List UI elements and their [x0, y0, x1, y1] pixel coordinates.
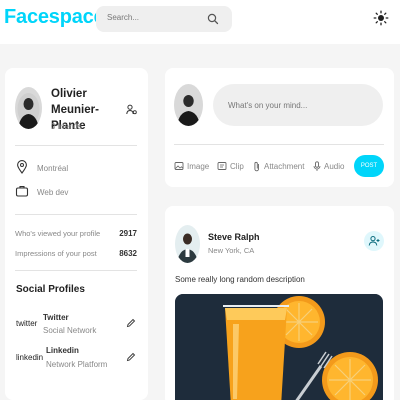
profile-views-value: 2917	[119, 229, 137, 238]
top-navbar: Facespace Search...	[0, 0, 400, 44]
audio-tool-label: Audio	[324, 161, 345, 171]
microphone-icon	[313, 160, 321, 171]
linkedin-name[interactable]: Linkedin	[46, 346, 79, 355]
image-tool-label: Image	[187, 161, 210, 171]
app-logo[interactable]: Facespace	[4, 6, 105, 29]
stats-divider	[15, 270, 137, 271]
status-input[interactable]: What's on your mind...	[213, 84, 383, 126]
impressions-value: 8632	[119, 249, 137, 258]
attachment-tool-label: Attachment	[264, 161, 305, 171]
author-name[interactable]: Steve Ralph	[208, 232, 260, 242]
post-composer: What's on your mind... Image Clip Attach…	[165, 68, 394, 187]
author-avatar[interactable]	[175, 225, 200, 263]
post-image[interactable]	[175, 294, 383, 400]
linkedin-prefix: linkedin	[16, 353, 44, 362]
profile-divider	[15, 145, 137, 146]
clip-icon	[217, 162, 227, 170]
search-bar[interactable]: Search...	[96, 6, 232, 32]
image-icon	[174, 162, 184, 170]
clip-tool[interactable]: Clip	[217, 160, 244, 172]
attachment-tool[interactable]: Attachment	[253, 160, 304, 172]
edit-twitter-icon[interactable]	[126, 318, 136, 328]
info-divider	[15, 214, 137, 215]
profile-views-label: Who's viewed your profile	[15, 229, 101, 238]
briefcase-icon	[15, 186, 29, 197]
twitter-name[interactable]: Twitter	[43, 313, 69, 322]
linkedin-subtitle: Network Platform	[46, 360, 108, 369]
twitter-subtitle: Social Network	[43, 326, 97, 335]
twitter-prefix: twitter	[16, 319, 38, 328]
location-icon	[17, 160, 27, 174]
sun-icon[interactable]	[373, 10, 389, 26]
image-tool[interactable]: Image	[174, 160, 209, 172]
audio-tool[interactable]: Audio	[313, 160, 344, 172]
status-placeholder: What's on your mind...	[228, 101, 308, 110]
friends-count: 0 friends	[51, 122, 82, 131]
search-input[interactable]: Search...	[107, 13, 139, 22]
post-button[interactable]: POST	[354, 155, 384, 177]
manage-friends-icon[interactable]	[126, 104, 137, 115]
clip-tool-label: Clip	[230, 161, 244, 171]
add-friend-icon	[368, 236, 380, 246]
paperclip-icon	[254, 161, 259, 171]
location-text: Montréal	[37, 164, 69, 173]
post-description: Some really long random description	[175, 275, 305, 284]
add-friend-button[interactable]	[364, 231, 384, 251]
post-card: Steve Ralph New York, CA Some really lon…	[165, 206, 394, 400]
social-profiles-title: Social Profiles	[16, 284, 85, 295]
composer-divider	[174, 144, 384, 145]
profile-avatar[interactable]	[15, 87, 42, 129]
author-location: New York, CA	[208, 246, 255, 255]
impressions-label: Impressions of your post	[15, 249, 97, 258]
edit-linkedin-icon[interactable]	[126, 352, 136, 362]
composer-avatar	[174, 84, 203, 126]
occupation-text: Web dev	[37, 188, 69, 197]
search-icon[interactable]	[206, 12, 220, 26]
